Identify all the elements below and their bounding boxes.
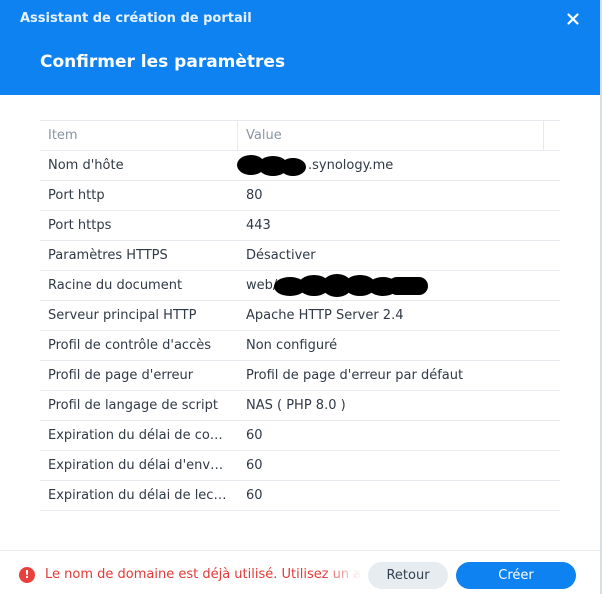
table-row: Profil de contrôle d'accès Non configuré — [40, 331, 560, 361]
row-key: Expiration du délai de lect... — [48, 488, 230, 503]
back-button[interactable]: Retour — [368, 562, 448, 589]
row-key: Serveur principal HTTP — [48, 308, 197, 323]
row-value: 80 — [246, 188, 263, 203]
table-row: Profil de page d'erreur Profil de page d… — [40, 361, 560, 391]
table-row: Paramètres HTTPS Désactiver — [40, 241, 560, 271]
table-row: Serveur principal HTTP Apache HTTP Serve… — [40, 301, 560, 331]
table-row: Port http 80 — [40, 181, 560, 211]
row-value: 60 — [246, 488, 263, 503]
row-key: Profil de page d'erreur — [48, 368, 194, 383]
column-divider — [543, 121, 544, 150]
row-value: 443 — [246, 218, 271, 233]
row-value: Profil de page d'erreur par défaut — [246, 368, 464, 383]
row-value: 60 — [246, 428, 263, 443]
page-title: Confirmer les paramètres — [40, 52, 286, 72]
close-icon — [567, 13, 579, 25]
column-divider — [237, 121, 238, 150]
row-key: Racine du document — [48, 278, 183, 293]
row-key: Expiration du délai d'envo... — [48, 458, 230, 473]
row-key: Nom d'hôte — [48, 158, 124, 173]
table-row: Expiration du délai de con... 60 — [40, 421, 560, 451]
row-key: Profil de contrôle d'accès — [48, 338, 211, 353]
row-value: 60 — [246, 458, 263, 473]
table-row: Port https 443 — [40, 211, 560, 241]
row-value: NAS ( PHP 8.0 ) — [246, 398, 346, 413]
column-header-value[interactable]: Value — [246, 128, 546, 143]
row-key: Expiration du délai de con... — [48, 428, 230, 443]
error-text-fade — [322, 562, 362, 586]
row-key: Profil de langage de script — [48, 398, 218, 413]
redaction-mark — [388, 277, 428, 295]
create-button[interactable]: Créer — [456, 562, 576, 589]
close-button[interactable] — [563, 9, 583, 29]
table-row: Racine du document web/ — [40, 271, 560, 301]
window-title: Assistant de création de portail — [20, 11, 252, 26]
table-row: Nom d'hôte .synology.me — [40, 151, 560, 181]
table-row: Expiration du délai de lect... 60 — [40, 481, 560, 511]
row-value: Désactiver — [246, 248, 316, 263]
table-header-row: Item Value — [40, 120, 560, 151]
redaction-mark — [280, 158, 306, 176]
exclamation-circle-icon: ! — [19, 567, 35, 583]
footer-divider — [0, 550, 600, 551]
column-header-item[interactable]: Item — [48, 128, 230, 143]
row-value: Non configuré — [246, 338, 338, 353]
row-key: Port https — [48, 218, 112, 233]
row-key: Port http — [48, 188, 105, 203]
settings-table: Item Value Nom d'hôte .synology.me Port … — [40, 120, 560, 511]
error-message: Le nom de domaine est déjà utilisé. Util… — [45, 567, 360, 582]
table-row: Profil de langage de script NAS ( PHP 8.… — [40, 391, 560, 421]
row-value: Apache HTTP Server 2.4 — [246, 308, 404, 323]
dialog-header: Assistant de création de portail Confirm… — [0, 0, 600, 95]
row-key: Paramètres HTTPS — [48, 248, 168, 263]
hostname-value: .synology.me — [308, 158, 394, 173]
portal-wizard-dialog: Assistant de création de portail Confirm… — [0, 0, 602, 594]
table-row: Expiration du délai d'envo... 60 — [40, 451, 560, 481]
